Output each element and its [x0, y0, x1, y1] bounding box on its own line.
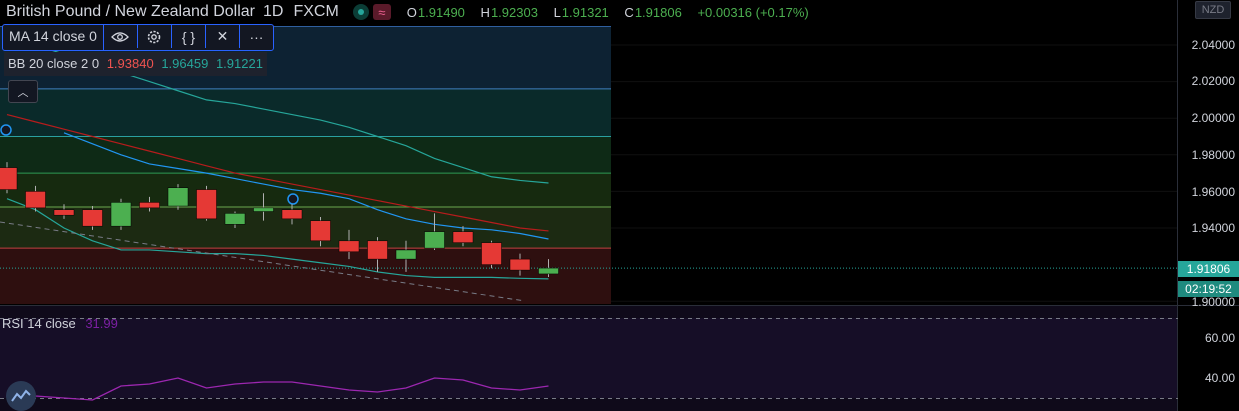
candle	[281, 209, 303, 220]
candle	[0, 167, 18, 190]
fib-zone	[0, 173, 611, 207]
candle	[538, 267, 559, 275]
candle	[110, 202, 132, 227]
exchange: FXCM	[293, 3, 339, 20]
candle	[395, 249, 417, 260]
candle	[509, 258, 531, 271]
candle	[53, 209, 75, 216]
trend-anchor-point	[0, 124, 12, 136]
price-axis-label: 1.96000	[1191, 185, 1235, 199]
rsi-axis-label: 60.00	[1204, 331, 1235, 345]
timeframe[interactable]: 1D	[263, 3, 283, 21]
price-axis-label: 2.02000	[1191, 74, 1235, 88]
wave-icon[interactable]: ≈	[372, 4, 391, 20]
bb-indicator-legend[interactable]: BB 20 close 2 0 1.93840 1.96459 1.91221	[4, 52, 267, 76]
candle	[481, 242, 502, 265]
eye-icon[interactable]	[104, 25, 138, 48]
chart-window: British Pound / New Zealand Dollar 1D FX…	[0, 0, 1239, 411]
gear-icon[interactable]	[138, 25, 172, 48]
chevron-up-icon: ︿	[17, 86, 29, 99]
collapse-legend-button[interactable]: ︿	[8, 80, 38, 103]
more-icon[interactable]: ···	[240, 25, 273, 48]
price-axis-label: 2.00000	[1191, 111, 1235, 125]
candle	[25, 191, 46, 209]
price-axis-label: 2.04000	[1191, 38, 1235, 52]
candle	[224, 213, 246, 225]
ohlc-values: O1.91490 H1.92303 L1.91321 C1.91806 +0.0…	[406, 4, 809, 20]
bb-lower-value: 1.91221	[215, 56, 263, 71]
change-value: +0.00316 (+0.17%)	[697, 4, 809, 20]
bb-label: BB 20 close 2 0	[8, 56, 100, 71]
candle	[82, 209, 103, 227]
candle	[424, 231, 445, 249]
market-status-icon[interactable]	[352, 4, 369, 20]
candle	[338, 240, 360, 253]
price-axis-label: 1.90000	[1191, 295, 1235, 309]
candle	[310, 220, 331, 242]
bb-upper-value: 1.96459	[161, 56, 209, 71]
low-value: 1.91321	[561, 4, 609, 20]
rsi-value: 31.99	[85, 316, 118, 331]
ma-indicator-toolbar: MA 14 close 0 { } ✕ ···	[2, 24, 274, 51]
candle	[367, 240, 388, 260]
ma-label[interactable]: MA 14 close 0	[3, 25, 104, 50]
candle	[452, 231, 474, 243]
rsi-band	[0, 318, 1178, 398]
symbol-name[interactable]: British Pound / New Zealand Dollar	[6, 3, 255, 21]
close-value: 1.91806	[634, 4, 682, 20]
fib-zone	[0, 136, 611, 174]
high-value: 1.92303	[490, 4, 538, 20]
fib-zone	[0, 248, 611, 304]
rsi-label: RSI 14 close	[2, 316, 76, 331]
bar-countdown-badge: 02:19:52	[1178, 281, 1239, 297]
fib-zone	[0, 88, 611, 137]
rsi-legend[interactable]: RSI 14 close 31.99	[2, 315, 118, 333]
rsi-axis-label: 40.00	[1204, 371, 1235, 385]
price-axis-label: 1.94000	[1191, 221, 1235, 235]
braces-icon[interactable]: { }	[172, 25, 206, 48]
current-price-badge: 1.91806	[1178, 261, 1239, 277]
candle	[253, 207, 274, 212]
open-value: 1.91490	[417, 4, 465, 20]
price-axis-label: 1.98000	[1191, 148, 1235, 162]
candle	[139, 202, 160, 209]
currency-badge[interactable]: NZD	[1195, 1, 1231, 19]
candle	[167, 187, 189, 207]
trend-anchor-point	[287, 193, 299, 205]
close-icon[interactable]: ✕	[206, 25, 240, 48]
bb-basis-value: 1.93840	[106, 56, 154, 71]
candle	[196, 189, 217, 220]
tradingview-logo-icon[interactable]	[6, 381, 36, 411]
symbol-header: British Pound / New Zealand Dollar 1D FX…	[6, 2, 815, 22]
